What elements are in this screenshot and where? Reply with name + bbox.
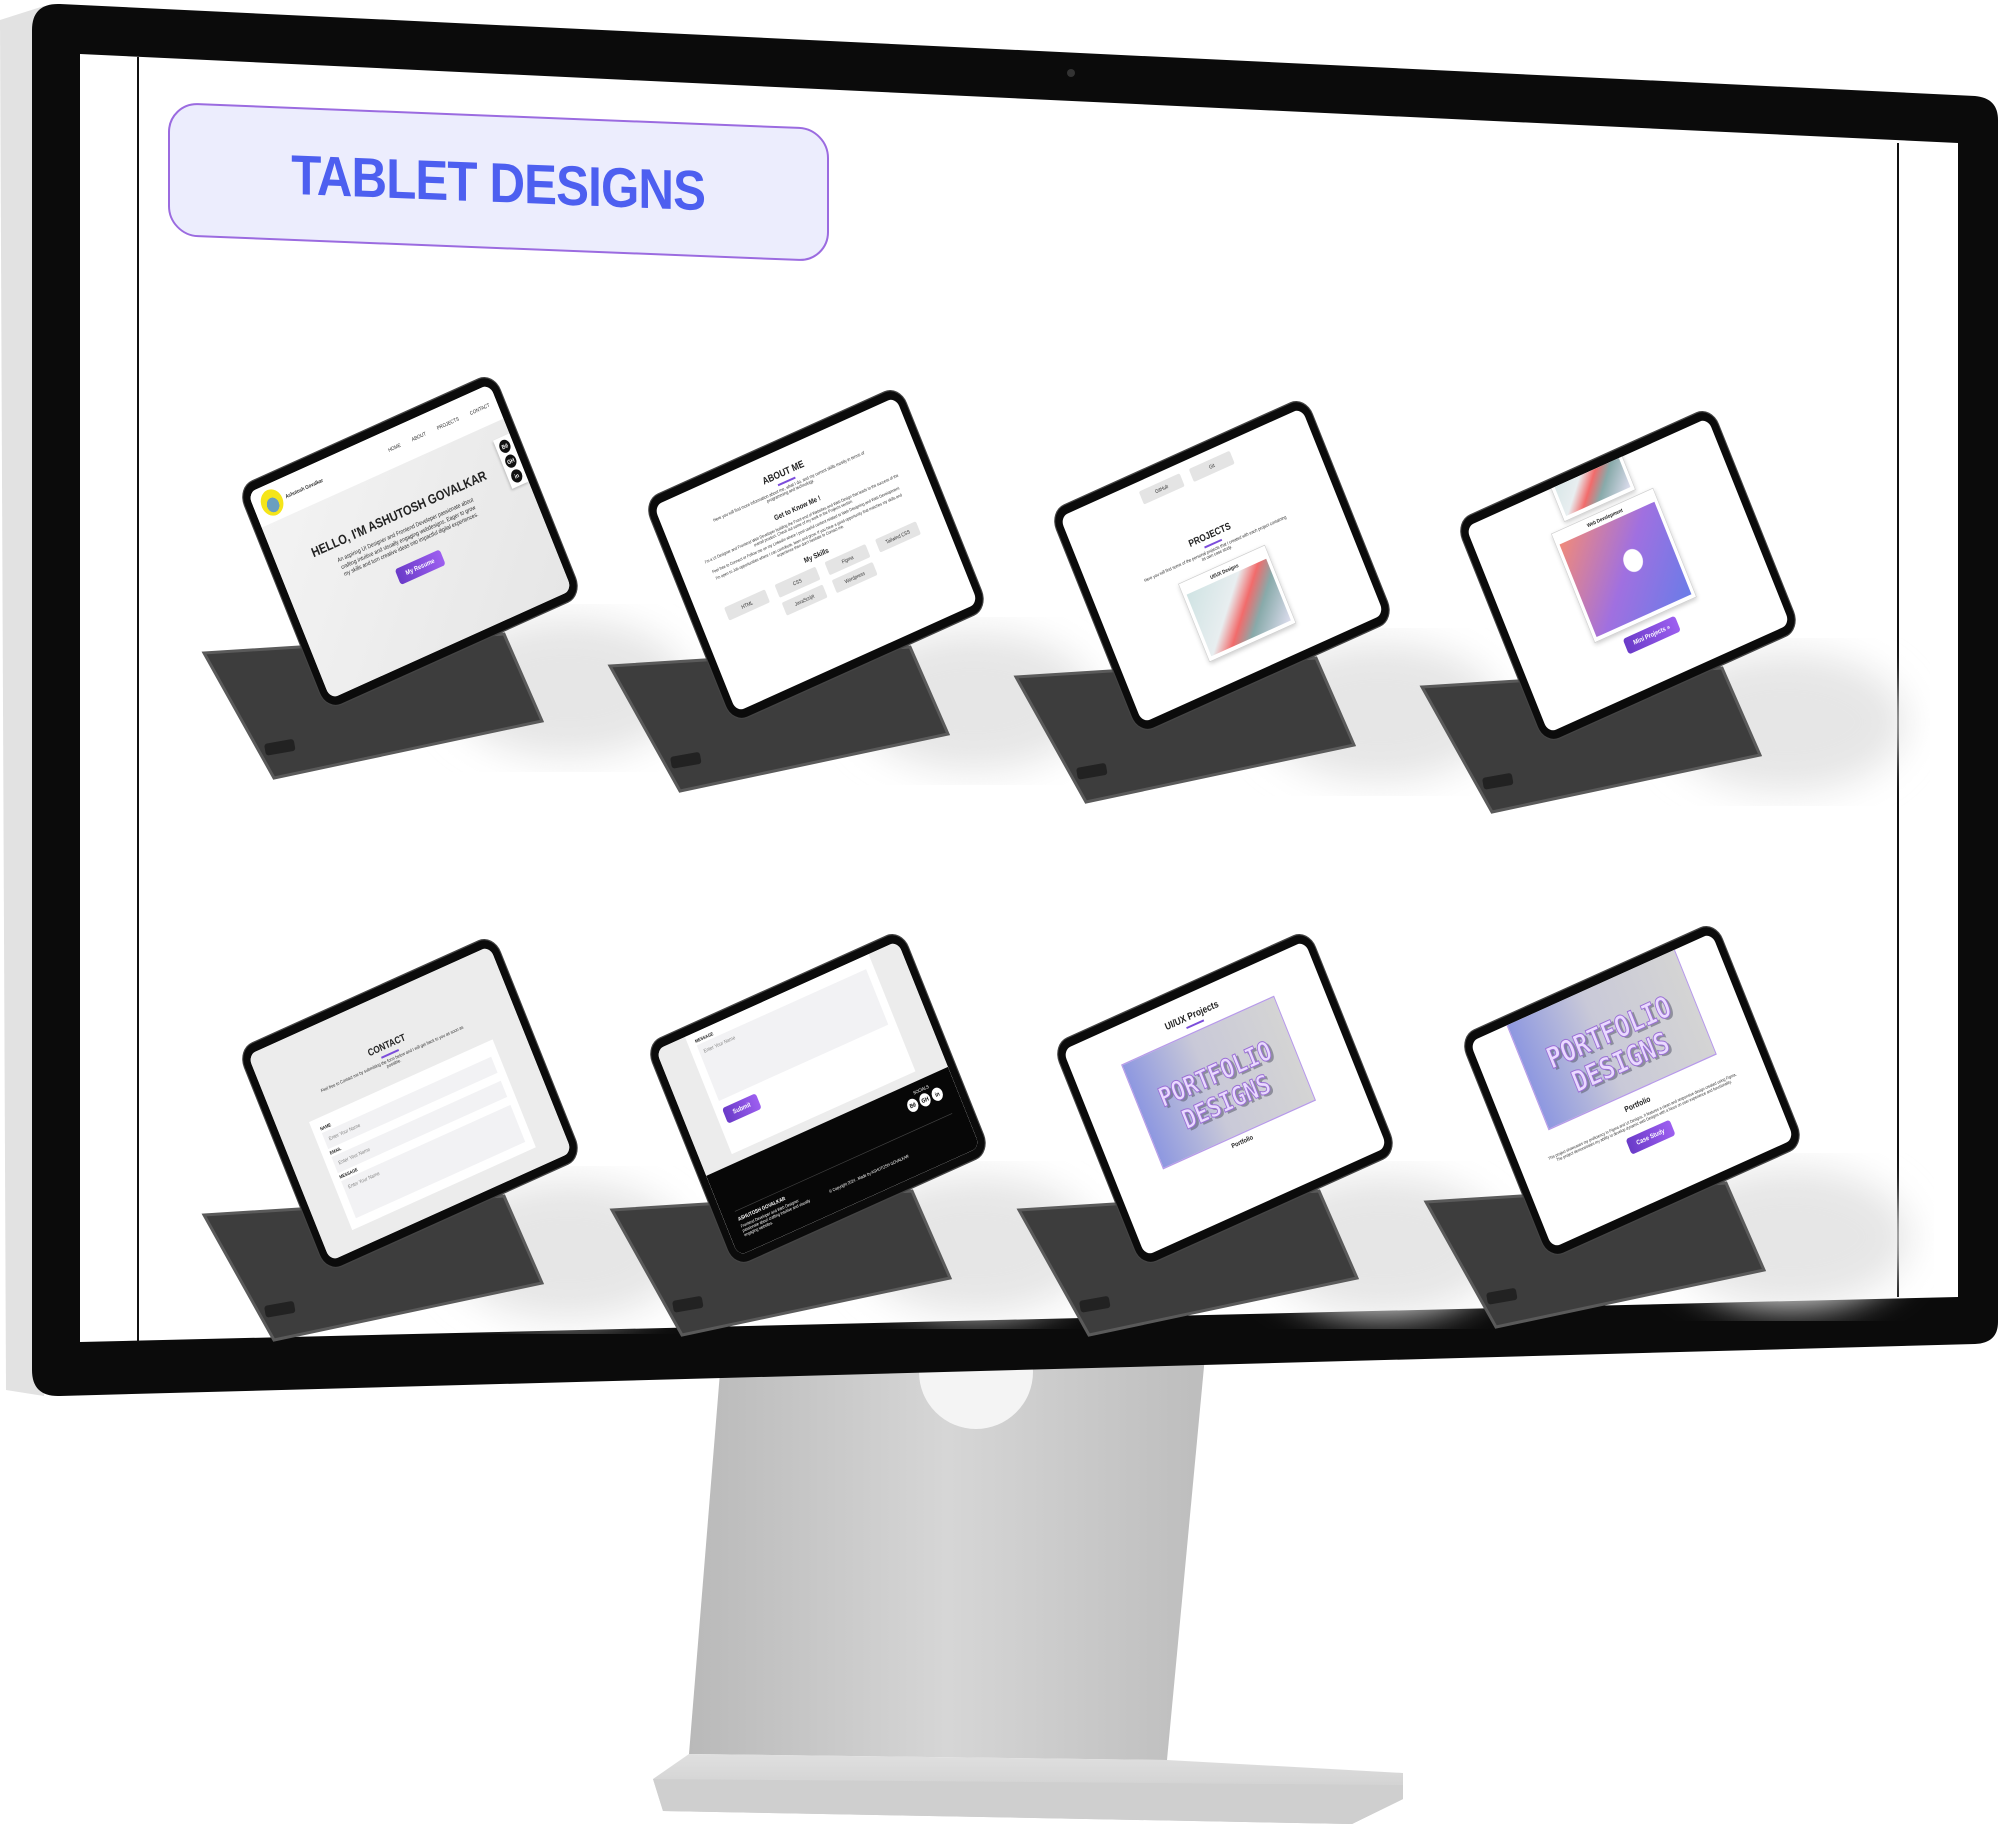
nav-contact[interactable]: CONTACT: [469, 402, 491, 416]
project-thumbnail: [1186, 558, 1291, 657]
github-icon[interactable]: GH: [503, 452, 519, 470]
portfolio-banner-image[interactable]: PORTFOLIO DESIGNS: [1121, 995, 1317, 1170]
linkedin-icon[interactable]: in: [929, 1085, 945, 1103]
resume-button[interactable]: My Resume: [394, 549, 446, 585]
linkedin-icon[interactable]: in: [509, 467, 525, 485]
submit-button[interactable]: Submit: [721, 1093, 762, 1124]
nav-home[interactable]: HOME: [387, 442, 401, 453]
pill-git: Git: [1188, 450, 1235, 482]
github-icon[interactable]: GH: [917, 1091, 933, 1109]
copyright: © Copyright 2024 . Made by ASHUTOSH GOVA…: [828, 1154, 910, 1195]
pill-github: GitHub: [1138, 473, 1185, 505]
behance-icon[interactable]: Bē: [497, 437, 513, 455]
nav-about[interactable]: ABOUT: [411, 430, 427, 442]
tablet-stands: [0, 0, 2000, 1833]
nav-projects[interactable]: PROJECTS: [436, 416, 460, 431]
avatar: [256, 485, 288, 520]
behance-icon[interactable]: Bē: [905, 1096, 921, 1114]
brand-name: Ashutosh Govalkar: [284, 476, 324, 500]
